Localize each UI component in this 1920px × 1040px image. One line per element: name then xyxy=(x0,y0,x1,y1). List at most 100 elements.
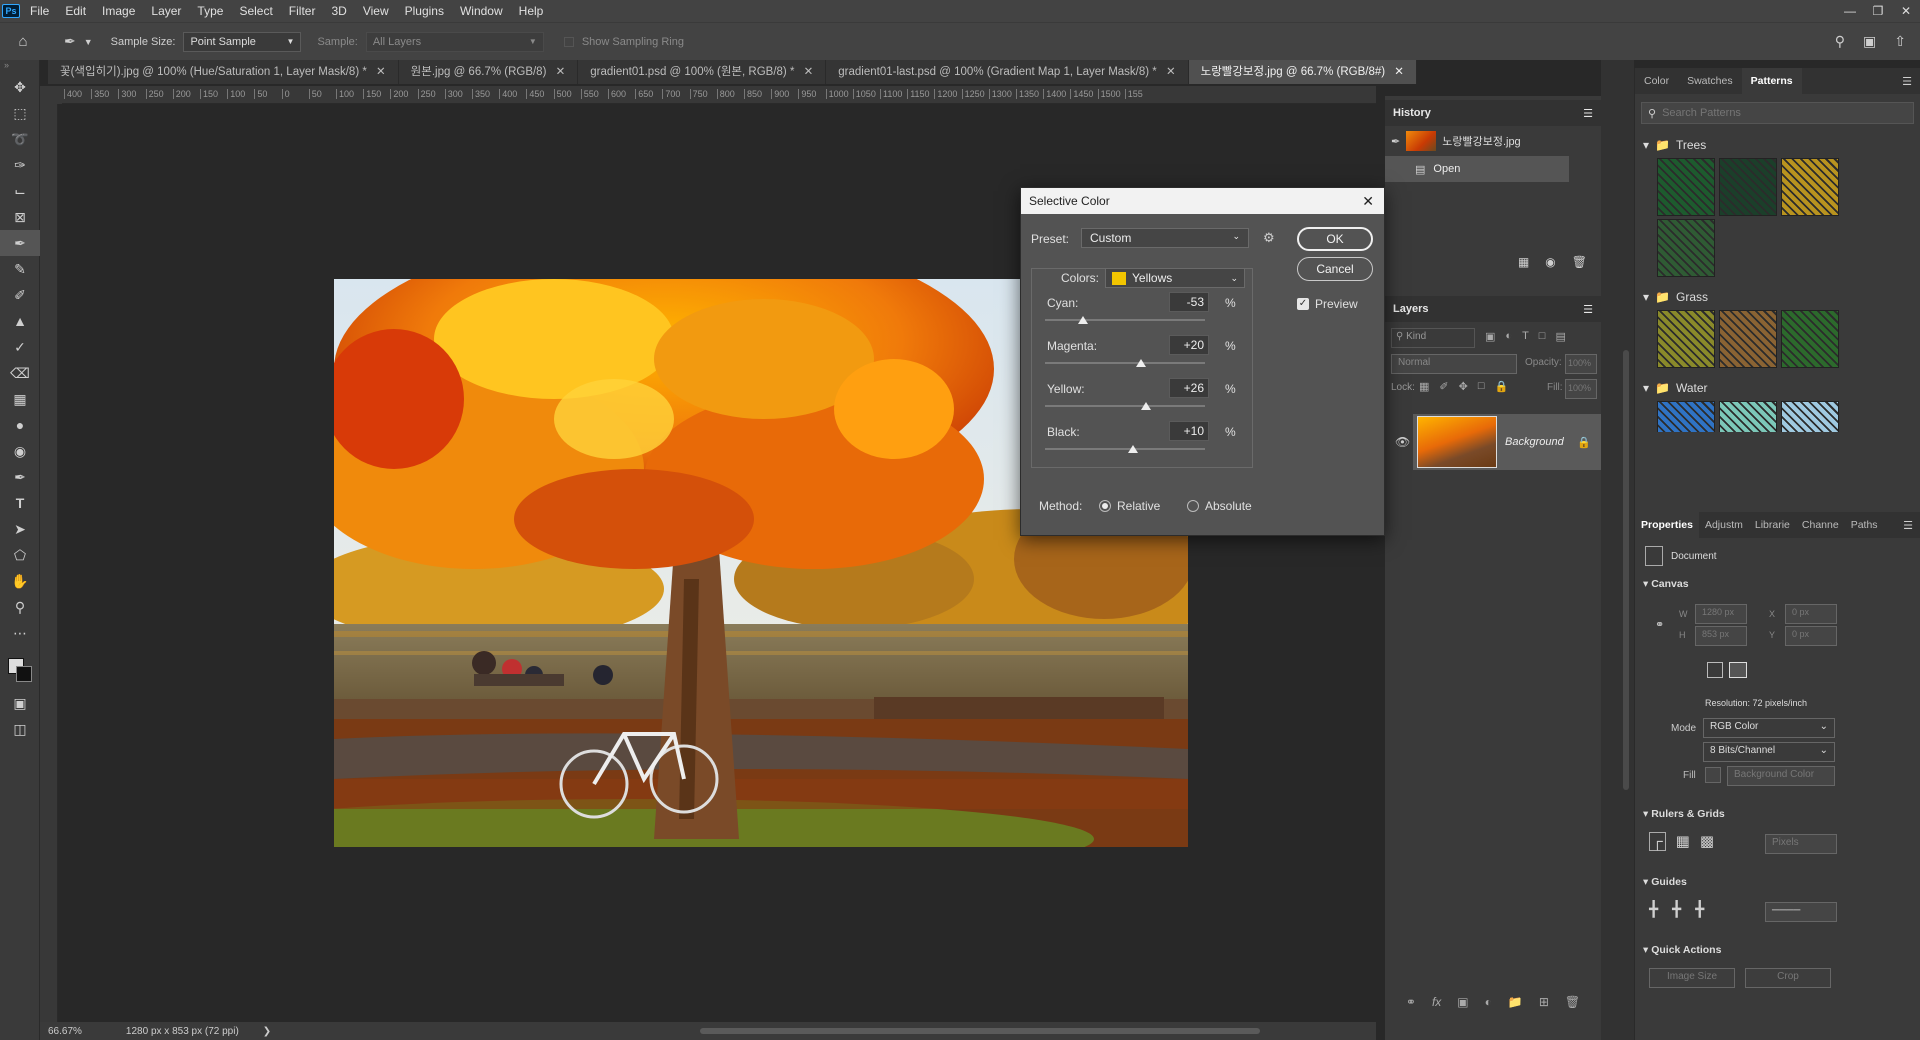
marquee-tool-icon[interactable]: ⬚ xyxy=(0,100,40,126)
landscape-icon[interactable] xyxy=(1729,662,1747,678)
pattern-group-trees[interactable]: ▾ 📁 Trees xyxy=(1635,132,1920,158)
delete-state-icon[interactable]: 🗑 xyxy=(1572,255,1587,269)
status-arrow-icon[interactable]: ❯ xyxy=(263,1026,271,1037)
cyan-slider-thumb[interactable] xyxy=(1077,316,1088,324)
layers-tab[interactable]: Layers xyxy=(1393,303,1428,315)
eyedropper-tool-icon[interactable]: ✒ xyxy=(64,33,76,50)
dialog-title-bar[interactable]: Selective Color ✕ xyxy=(1021,188,1384,214)
history-brush-source-icon[interactable]: ✒ xyxy=(1391,135,1400,148)
ruler-toggle-icon[interactable]: ┌ xyxy=(1649,832,1666,851)
grid-toggle-icon[interactable]: ▦ xyxy=(1676,832,1690,851)
fx-icon[interactable]: fx xyxy=(1432,995,1441,1009)
pattern-swatch[interactable] xyxy=(1657,158,1715,216)
panel-menu-icon[interactable]: ☰ xyxy=(1903,519,1920,532)
menu-help[interactable]: Help xyxy=(511,0,552,22)
brush-tool-icon[interactable]: ✐ xyxy=(0,282,40,308)
rulers-grids-section[interactable]: ▾ Rulers & Grids xyxy=(1643,808,1725,820)
yellow-input[interactable]: +26 xyxy=(1169,378,1209,398)
menu-layer[interactable]: Layer xyxy=(143,0,189,22)
link-dimensions-icon[interactable]: ⚭ xyxy=(1655,618,1664,631)
restore-icon[interactable]: ❐ xyxy=(1864,4,1892,18)
pattern-group-grass[interactable]: ▾ 📁 Grass xyxy=(1635,284,1920,310)
delete-layer-icon[interactable]: 🗑 xyxy=(1565,995,1580,1009)
magenta-input[interactable]: +20 xyxy=(1169,335,1209,355)
minimize-icon[interactable]: — xyxy=(1836,4,1864,18)
fill-input[interactable]: 100% xyxy=(1565,379,1597,399)
pattern-swatch[interactable] xyxy=(1719,401,1777,432)
move-tool-icon[interactable]: ✥ xyxy=(0,74,40,100)
close-tab-icon[interactable]: ✕ xyxy=(552,66,566,78)
panel-menu-icon[interactable]: ☰ xyxy=(1583,107,1601,120)
cyan-slider-track[interactable] xyxy=(1045,319,1205,321)
quick-mask-icon[interactable]: ▣ xyxy=(0,690,40,716)
bit-depth-select[interactable]: 8 Bits/Channel ⌄ xyxy=(1703,742,1835,762)
color-swatches[interactable] xyxy=(0,646,39,690)
menu-view[interactable]: View xyxy=(355,0,397,22)
eraser-tool-icon[interactable]: ⌫ xyxy=(0,360,40,386)
menu-file[interactable]: File xyxy=(22,0,57,22)
sample-size-select[interactable]: Point Sample ▼ xyxy=(183,31,302,52)
horizontal-scrollbar[interactable] xyxy=(700,1028,1260,1034)
guides-section[interactable]: ▾ Guides xyxy=(1643,876,1687,888)
document-tab[interactable]: gradient01.psd @ 100% (원본, RGB/8) * ✕ xyxy=(578,60,827,84)
shape-filter-icon[interactable]: □ xyxy=(1539,330,1546,343)
link-layers-icon[interactable]: ⚭ xyxy=(1406,995,1416,1009)
pen-tool-icon[interactable]: ✒ xyxy=(0,464,40,490)
workspace-icon[interactable]: ▣ xyxy=(1863,33,1876,50)
shape-tool-icon[interactable]: ⬠ xyxy=(0,542,40,568)
menu-edit[interactable]: Edit xyxy=(57,0,94,22)
close-tab-icon[interactable]: ✕ xyxy=(1391,66,1404,78)
pattern-swatch[interactable] xyxy=(1657,401,1715,432)
portrait-icon[interactable] xyxy=(1707,662,1723,678)
tab-adjustm[interactable]: Adjustm xyxy=(1699,512,1749,538)
menu-type[interactable]: Type xyxy=(189,0,231,22)
blur-tool-icon[interactable]: ● xyxy=(0,412,40,438)
lock-artboard-icon[interactable]: □ xyxy=(1478,380,1485,393)
history-brush-icon[interactable]: ✓ xyxy=(0,334,40,360)
zoom-level[interactable]: 66.67% xyxy=(48,1026,82,1037)
close-icon[interactable]: ✕ xyxy=(1892,4,1920,18)
new-layer-icon[interactable]: ⊞ xyxy=(1539,995,1549,1009)
tab-librarie[interactable]: Librarie xyxy=(1749,512,1796,538)
canvas-fill-select[interactable]: Background Color xyxy=(1727,766,1835,786)
mode-select[interactable]: RGB Color ⌄ xyxy=(1703,718,1835,738)
hand-tool-icon[interactable]: ✋ xyxy=(0,568,40,594)
preset-select[interactable]: Custom ⌄ xyxy=(1081,228,1249,248)
magenta-slider-thumb[interactable] xyxy=(1136,359,1146,367)
collapse-tools-icon[interactable]: » xyxy=(0,60,39,74)
close-icon[interactable]: ✕ xyxy=(1362,193,1384,210)
pattern-group-water[interactable]: ▾ 📁 Water xyxy=(1635,375,1920,401)
guide-style-select[interactable]: ──── xyxy=(1765,902,1837,922)
width-input[interactable]: 1280 px xyxy=(1695,604,1747,624)
new-guide-icon[interactable]: ╋ xyxy=(1672,900,1681,918)
quick-select-tool-icon[interactable]: ✑ xyxy=(0,152,40,178)
pattern-swatch[interactable] xyxy=(1781,310,1839,368)
layers-scrollbar[interactable] xyxy=(1623,350,1629,790)
layer-name[interactable]: Background xyxy=(1505,436,1564,448)
gradient-tool-icon[interactable]: ▦ xyxy=(0,386,40,412)
lock-paint-icon[interactable]: ✐ xyxy=(1439,380,1448,393)
search-icon[interactable]: ⚲ xyxy=(1835,33,1845,50)
tool-preset-chevron-icon[interactable]: ▼ xyxy=(84,37,93,47)
tab-properties[interactable]: Properties xyxy=(1635,512,1699,538)
preview-toggle[interactable]: ✓ Preview xyxy=(1297,297,1358,311)
pattern-swatch[interactable] xyxy=(1719,310,1777,368)
visibility-eye-icon[interactable]: 👁 xyxy=(1395,435,1410,449)
tab-channe[interactable]: Channe xyxy=(1796,512,1845,538)
menu-filter[interactable]: Filter xyxy=(281,0,324,22)
magenta-slider-track[interactable] xyxy=(1045,362,1205,364)
home-icon[interactable]: ⌂ xyxy=(8,33,38,50)
clone-stamp-icon[interactable]: ▲ xyxy=(0,308,40,334)
close-tab-icon[interactable]: ✕ xyxy=(800,66,814,78)
search-patterns-input[interactable] xyxy=(1662,107,1893,119)
guide-layout-icon[interactable]: ╋ xyxy=(1649,900,1658,918)
background-color-swatch[interactable] xyxy=(16,666,32,682)
crop-button[interactable]: Crop xyxy=(1745,968,1831,988)
zoom-tool-icon[interactable]: ⚲ xyxy=(0,594,40,620)
type-tool-icon[interactable]: T xyxy=(0,490,40,516)
height-input[interactable]: 853 px xyxy=(1695,626,1747,646)
pattern-swatch[interactable] xyxy=(1657,219,1715,277)
menu-window[interactable]: Window xyxy=(452,0,511,22)
cancel-button[interactable]: Cancel xyxy=(1297,257,1373,281)
preview-checkbox[interactable]: ✓ xyxy=(1297,298,1309,310)
